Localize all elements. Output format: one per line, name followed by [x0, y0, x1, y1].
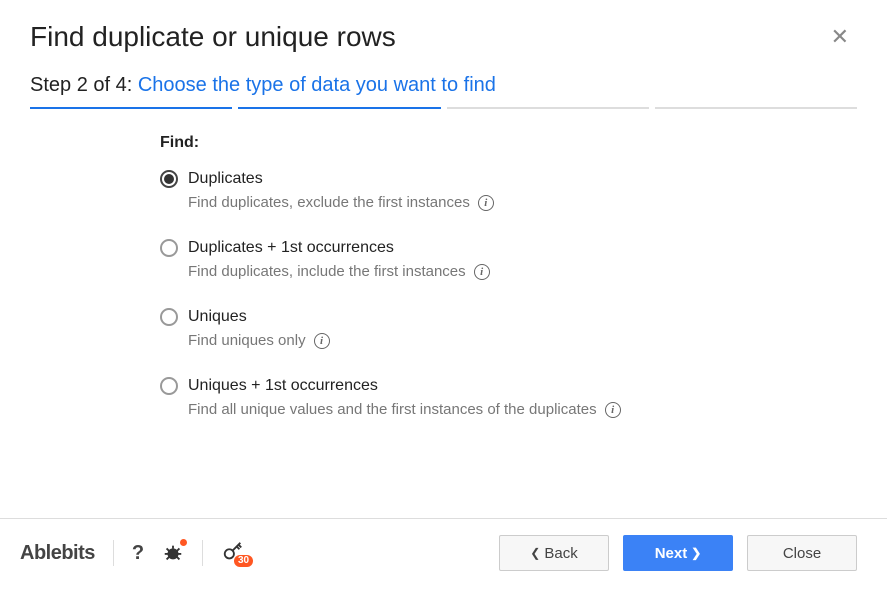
- progress-seg-3: [447, 107, 649, 109]
- brand-logo: Ablebits: [20, 542, 95, 565]
- option-label-duplicates-1st: Duplicates + 1st occurrences: [188, 239, 394, 257]
- dialog-header: Find duplicate or unique rows ✕: [30, 20, 857, 54]
- bug-report-icon[interactable]: [162, 542, 184, 564]
- close-icon[interactable]: ✕: [823, 20, 857, 54]
- next-button-label: Next: [655, 545, 688, 562]
- progress-bar: [30, 107, 857, 109]
- footer-right: ❮ Back Next ❯ Close: [499, 535, 857, 571]
- content-area: Find: Duplicates Find duplicates, exclud…: [30, 134, 857, 518]
- info-icon[interactable]: i: [478, 195, 494, 211]
- option-label-uniques: Uniques: [188, 308, 247, 326]
- option-desc-uniques: Find uniques only i: [188, 332, 857, 349]
- step-suffix: Choose the type of data you want to find: [138, 74, 496, 96]
- option-desc-text-duplicates: Find duplicates, exclude the first insta…: [188, 194, 470, 211]
- next-button[interactable]: Next ❯: [623, 535, 733, 571]
- option-desc-duplicates-1st: Find duplicates, include the first insta…: [188, 263, 857, 280]
- close-button-label: Close: [783, 545, 821, 562]
- option-row-uniques-1st[interactable]: Uniques + 1st occurrences: [160, 377, 857, 395]
- option-duplicates-1st: Duplicates + 1st occurrences Find duplic…: [160, 239, 857, 280]
- footer-separator: [202, 540, 203, 566]
- license-days-badge: 30: [234, 555, 253, 567]
- radio-duplicates-1st[interactable]: [160, 239, 178, 257]
- option-desc-text-uniques: Find uniques only: [188, 332, 306, 349]
- footer-separator: [113, 540, 114, 566]
- step-prefix: Step 2 of 4:: [30, 74, 132, 96]
- option-row-duplicates[interactable]: Duplicates: [160, 170, 857, 188]
- radio-uniques[interactable]: [160, 308, 178, 326]
- license-key-icon[interactable]: 30: [221, 541, 249, 565]
- chevron-left-icon: ❮: [530, 546, 540, 560]
- option-uniques: Uniques Find uniques only i: [160, 308, 857, 349]
- radio-duplicates[interactable]: [160, 170, 178, 188]
- option-label-uniques-1st: Uniques + 1st occurrences: [188, 377, 378, 395]
- info-icon[interactable]: i: [605, 402, 621, 418]
- radio-uniques-1st[interactable]: [160, 377, 178, 395]
- option-desc-text-uniques-1st: Find all unique values and the first ins…: [188, 401, 597, 418]
- progress-seg-1: [30, 107, 232, 109]
- progress-seg-2: [238, 107, 440, 109]
- option-uniques-1st: Uniques + 1st occurrences Find all uniqu…: [160, 377, 857, 418]
- help-icon[interactable]: ?: [132, 542, 144, 565]
- option-desc-uniques-1st: Find all unique values and the first ins…: [188, 401, 857, 418]
- footer-left: Ablebits ?: [20, 540, 249, 566]
- dialog-title: Find duplicate or unique rows: [30, 21, 396, 53]
- bug-notification-dot: [180, 539, 187, 546]
- close-button[interactable]: Close: [747, 535, 857, 571]
- find-label: Find:: [160, 134, 857, 152]
- option-desc-text-duplicates-1st: Find duplicates, include the first insta…: [188, 263, 466, 280]
- option-desc-duplicates: Find duplicates, exclude the first insta…: [188, 194, 857, 211]
- dialog-container: Find duplicate or unique rows ✕ Step 2 o…: [0, 0, 887, 591]
- back-button-label: Back: [544, 545, 577, 562]
- chevron-right-icon: ❯: [691, 546, 701, 560]
- option-row-uniques[interactable]: Uniques: [160, 308, 857, 326]
- progress-seg-4: [655, 107, 857, 109]
- info-icon[interactable]: i: [314, 333, 330, 349]
- option-duplicates: Duplicates Find duplicates, exclude the …: [160, 170, 857, 211]
- back-button[interactable]: ❮ Back: [499, 535, 609, 571]
- info-icon[interactable]: i: [474, 264, 490, 280]
- option-label-duplicates: Duplicates: [188, 170, 263, 188]
- dialog-footer: Ablebits ?: [0, 518, 887, 591]
- option-row-duplicates-1st[interactable]: Duplicates + 1st occurrences: [160, 239, 857, 257]
- step-subheader: Step 2 of 4: Choose the type of data you…: [30, 74, 857, 97]
